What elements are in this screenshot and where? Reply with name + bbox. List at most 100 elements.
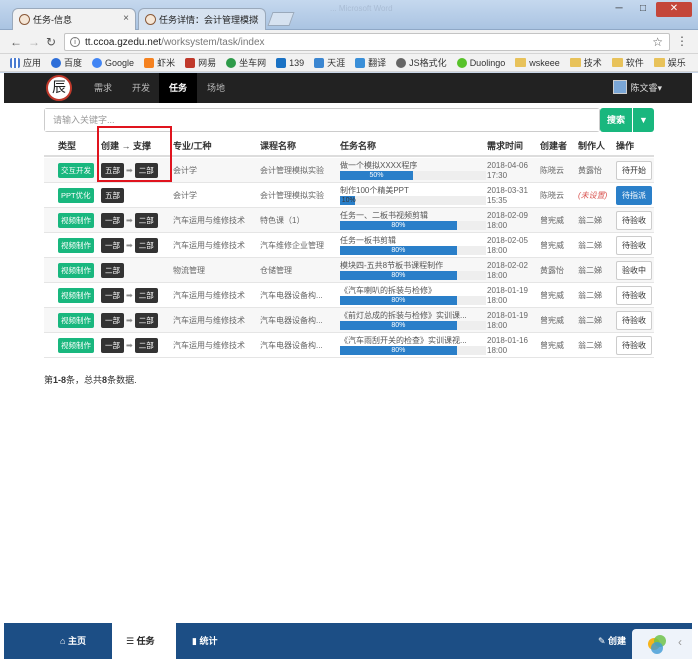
major-cell: 汽车运用与维修技术 — [173, 216, 245, 225]
nav-venue[interactable]: 场地 — [197, 73, 235, 103]
major-cell: 汽车运用与维修技术 — [173, 341, 245, 350]
bookmark-jsformat[interactable]: JS格式化 — [396, 56, 447, 69]
maker-cell: 翁二娣 — [578, 316, 602, 325]
row-action-button[interactable]: 验收中 — [616, 261, 652, 280]
row-action-button[interactable]: 待验收 — [616, 336, 652, 355]
back-arrow-icon[interactable]: ← — [10, 35, 22, 49]
task-name-link[interactable]: 制作100个精美PPT — [340, 186, 486, 196]
reload-icon[interactable]: ↻ — [46, 35, 56, 49]
task-cell: 模块四-五共8节板书课程制作 80% — [340, 258, 486, 283]
nav-develop[interactable]: 开发 — [122, 73, 160, 103]
task-name-link[interactable]: 《汽车喇叭的拆装与检修》 — [340, 286, 486, 296]
row-action-button[interactable]: 待验收 — [616, 211, 652, 230]
search-button[interactable]: 搜索 — [600, 108, 632, 132]
bookmark-folder-software[interactable]: 软件 — [611, 56, 644, 69]
dept-cell: 二部 — [101, 258, 124, 283]
task-cell: 任务一板书剪辑 80% — [340, 233, 486, 258]
arrow-right-icon: ➡ — [126, 216, 133, 225]
tab-label: 任务详情：会计管理模拟 — [159, 15, 259, 25]
bookmark-apps[interactable]: 应用 — [10, 56, 41, 69]
arrow-right-icon: ➡ — [126, 341, 133, 350]
info-icon[interactable]: i — [70, 37, 80, 47]
table-row[interactable]: 视频制作 二部 物流管理 仓储管理 模块四-五共8节板书课程制作 80% 2018-02-0… — [44, 258, 654, 283]
bookmark-139[interactable]: 139 — [276, 57, 304, 68]
collapse-arrow-icon[interactable]: ‹ — [678, 635, 682, 649]
bookmark-163[interactable]: 网易 — [185, 56, 216, 69]
bookmark-baidu[interactable]: 百度 — [51, 56, 82, 69]
close-tab-icon[interactable]: × — [123, 13, 129, 24]
footer-stats-button[interactable]: ▮ 统计 — [192, 623, 217, 659]
course-cell: 汽车电器设备构... — [260, 341, 323, 350]
table-row[interactable]: 视频制作 一部 ➡ 二部 汽车运用与维修技术 汽车电器设备构... 《汽车喇叭的拆装与检修》… — [44, 283, 654, 308]
table-row[interactable]: 视频制作 一部 ➡ 二部 汽车运用与维修技术 汽车维修企业管理 任务一板书剪辑 80% 2018… — [44, 233, 654, 258]
bookmark-folder-fun[interactable]: 娱乐 — [653, 56, 686, 69]
tab-task-info[interactable]: 任务-信息 × — [12, 8, 136, 30]
maximize-button[interactable]: □ — [632, 2, 654, 17]
zuoche-icon — [226, 57, 237, 68]
address-bar[interactable]: i tt.ccoa.gzedu.net/worksystem/task/inde… — [64, 33, 670, 51]
row-action-button[interactable]: 待开始 — [616, 161, 652, 180]
row-action-button[interactable]: 待验收 — [616, 311, 652, 330]
table-row[interactable]: PPT优化 五部 会计学 会计管理模拟实验 制作100个精美PPT 10% 2018-03-… — [44, 183, 654, 208]
task-name-link[interactable]: 做一个模拟XXXX程序 — [340, 161, 486, 171]
bookmark-label: 娱乐 — [667, 58, 686, 68]
footer-task-button[interactable]: ☰ 任务 — [112, 623, 176, 659]
bookmark-label: 网易 — [198, 58, 217, 68]
due-time: 15:35 — [487, 195, 508, 205]
footer-task-label: 任务 — [136, 636, 155, 646]
type-cell: 视频制作 — [58, 308, 94, 333]
row-action-button[interactable]: 待指派 — [616, 186, 652, 205]
table-row[interactable]: 视频制作 一部 ➡ 二部 汽车运用与维修技术 特色课（1） 任务一、二板书视频剪辑 80% 20… — [44, 208, 654, 233]
summary-mid: 条，总共 — [66, 375, 103, 385]
bookmark-folder-wskeee[interactable]: wskeee — [515, 58, 560, 68]
bookmark-translate[interactable]: 翻译 — [355, 56, 386, 69]
close-window-button[interactable]: ✕ — [656, 2, 692, 17]
brand-logo[interactable]: 辰 — [46, 75, 72, 101]
nav-demand[interactable]: 需求 — [84, 73, 122, 103]
row-action-button[interactable]: 待验收 — [616, 236, 652, 255]
table-row[interactable]: 视频制作 一部 ➡ 二部 汽车运用与维修技术 汽车电器设备构... 《前灯总成的拆装与检修》… — [44, 308, 654, 333]
task-name-link[interactable]: 任务一、二板书视频剪辑 — [340, 211, 486, 221]
new-tab-button[interactable] — [267, 12, 295, 26]
footer-stats-label: 统计 — [199, 636, 218, 646]
dept-to-badge: 二部 — [134, 238, 158, 253]
nav-task[interactable]: 任务 — [159, 73, 197, 103]
task-name-link[interactable]: 模块四-五共8节板书课程制作 — [340, 261, 486, 271]
bookmark-star-icon[interactable]: ☆ — [652, 35, 663, 49]
bookmark-xiami[interactable]: 虾米 — [144, 56, 175, 69]
dept-from-badge: 一部 — [101, 313, 124, 328]
dept-to-badge: 二部 — [134, 213, 158, 228]
bookmark-tianya[interactable]: 天涯 — [314, 56, 345, 69]
google-icon — [92, 57, 103, 68]
type-cell: 视频制作 — [58, 208, 94, 233]
user-menu[interactable]: 陈文睿▾ — [613, 80, 662, 94]
row-action-button[interactable]: 待验收 — [616, 286, 652, 305]
due-time-cell: 2018-02-09 18:00 — [487, 208, 528, 233]
progress-bar: 80% — [340, 346, 486, 355]
task-name-link[interactable]: 《前灯总成的拆装与检修》实训课... — [340, 311, 486, 321]
dept-from-badge: 二部 — [101, 263, 124, 278]
tab-task-detail[interactable]: 任务详情：会计管理模拟 × — [138, 8, 266, 30]
minimize-button[interactable]: ─ — [608, 2, 630, 17]
bookmark-google[interactable]: Google — [92, 57, 134, 68]
type-cell: 视频制作 — [58, 233, 94, 258]
action-cell: 待验收 — [616, 283, 652, 308]
bookmark-folder-tech[interactable]: 技术 — [569, 56, 602, 69]
footer-home-button[interactable]: ⌂ 主页 — [60, 623, 86, 659]
type-badge: 视频制作 — [58, 238, 94, 253]
forward-arrow-icon[interactable]: → — [28, 35, 40, 49]
yii-debug-badge[interactable]: ‹ — [632, 629, 692, 659]
task-cell: 《前灯总成的拆装与检修》实训课... 80% — [340, 308, 486, 333]
browser-menu-icon[interactable]: ⋮ — [676, 34, 688, 48]
bookmark-duolingo[interactable]: Duolingo — [456, 57, 505, 68]
search-dropdown-button[interactable]: ▼ — [632, 108, 654, 132]
table-row[interactable]: 视频制作 一部 ➡ 二部 汽车运用与维修技术 汽车电器设备构... 《汽车雨刮开关的检查》实… — [44, 333, 654, 358]
task-name-link[interactable]: 《汽车雨刮开关的检查》实训课视... — [340, 336, 486, 346]
due-time-cell: 2018-01-19 18:00 — [487, 283, 528, 308]
footer-create-button[interactable]: ✎ 创建 — [598, 623, 626, 659]
bookmark-zuoche[interactable]: 坐车网 — [226, 56, 266, 69]
footer-create-label: 创建 — [608, 636, 627, 646]
due-time-cell: 2018-01-16 18:00 — [487, 333, 528, 358]
close-tab-icon[interactable]: × — [253, 13, 259, 24]
task-name-link[interactable]: 任务一板书剪辑 — [340, 236, 486, 246]
